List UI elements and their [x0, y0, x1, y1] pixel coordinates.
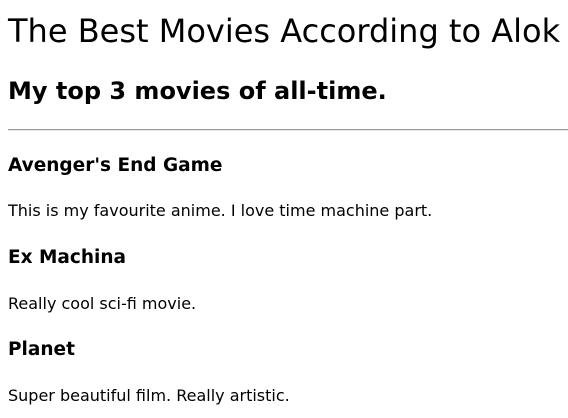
movie-description: Really cool sci-fi movie. [8, 294, 197, 313]
page-subtitle: My top 3 movies of all-time. [8, 77, 387, 105]
movie-title: Avenger's End Game [8, 155, 223, 176]
movie-description: This is my favourite anime. I love time … [8, 201, 433, 220]
movie-description: Super beautiful film. Really artistic. [8, 386, 290, 405]
movie-title: Ex Machina [8, 247, 127, 268]
page-title: The Best Movies According to Alok [8, 12, 561, 50]
movie-item: Avenger's End Game This is my favourite … [8, 155, 568, 221]
page-content: The Best Movies According to Alok My top… [0, 0, 568, 406]
movie-item: Ex Machina Really cool sci-fi movie. [8, 247, 568, 314]
divider [8, 129, 568, 131]
movie-title: Planet [8, 339, 75, 360]
movie-item: Planet Super beautiful film. Really arti… [8, 339, 568, 406]
